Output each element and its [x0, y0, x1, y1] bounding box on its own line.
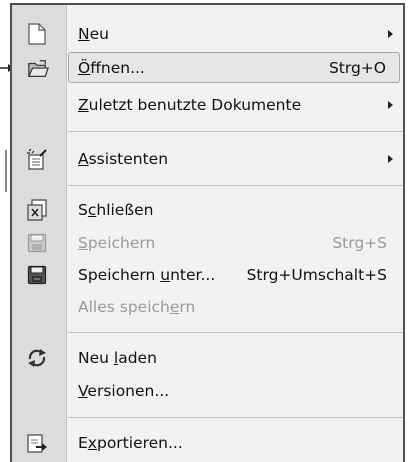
save-as-icon	[26, 264, 48, 286]
file-menu: Neu Öffnen... Strg+O Zuletzt benutzte Do…	[10, 3, 405, 462]
menu-item-schliessen[interactable]: Schließen	[12, 194, 403, 225]
menu-separator	[68, 131, 403, 132]
submenu-arrow-icon	[388, 154, 393, 163]
open-folder-icon	[27, 58, 49, 80]
menu-item-label: Neu laden	[78, 348, 157, 367]
menu-item-label: Schließen	[78, 200, 154, 219]
accelerator-key: u	[160, 265, 171, 284]
accelerator-key: A	[78, 149, 89, 168]
menu-item-shortcut: Strg+Umschalt+S	[246, 265, 387, 284]
menu-item-label: Speichern unter...	[78, 265, 216, 284]
menu-item-shortcut: Strg+O	[328, 58, 386, 77]
menu-item-speichern[interactable]: Speichern Strg+S	[12, 227, 403, 258]
menu-item-label: Alles speichern	[78, 297, 196, 316]
accelerator-key: S	[78, 233, 88, 252]
menu-separator	[68, 417, 403, 418]
menu-item-zuletzt[interactable]: Zuletzt benutzte Dokumente	[12, 89, 403, 120]
close-document-icon	[26, 199, 48, 221]
accelerator-key: Z	[78, 95, 89, 114]
menu-item-label: Exportieren...	[78, 433, 183, 452]
menu-item-label: Neu	[78, 24, 109, 43]
accelerator-key: Ö	[78, 58, 91, 77]
export-icon	[26, 432, 48, 454]
accelerator-key: e	[169, 297, 180, 316]
background-edge	[5, 150, 7, 192]
reload-icon	[26, 347, 48, 369]
menu-item-versionen[interactable]: Versionen...	[12, 375, 403, 406]
menu-item-neu-laden[interactable]: Neu laden	[12, 342, 403, 373]
menu-item-label: Öffnen...	[78, 58, 145, 77]
menu-item-neu[interactable]: Neu	[12, 18, 403, 49]
menu-item-label: Assistenten	[78, 149, 169, 168]
accelerator-key: V	[78, 381, 88, 400]
menu-item-assistenten[interactable]: Assistenten	[12, 143, 403, 174]
menu-item-label: Zuletzt benutzte Dokumente	[78, 95, 302, 114]
menu-item-label: Speichern	[78, 233, 156, 252]
submenu-arrow-icon	[388, 100, 393, 109]
wizard-icon	[26, 148, 48, 170]
menu-item-oeffnen[interactable]: Öffnen... Strg+O	[27, 52, 400, 83]
accelerator-key: l	[113, 348, 119, 367]
menu-item-label: Versionen...	[78, 381, 170, 400]
menu-item-alles-speichern[interactable]: Alles speichern	[12, 291, 403, 322]
accelerator-key: c	[87, 200, 97, 219]
save-disk-icon	[26, 232, 48, 254]
menu-item-exportieren[interactable]: Exportieren...	[12, 427, 403, 458]
menu-item-speichern-unter[interactable]: Speichern unter... Strg+Umschalt+S	[12, 259, 403, 290]
accelerator-key: N	[78, 24, 90, 43]
menu-separator	[68, 185, 403, 186]
menu-separator	[68, 332, 403, 333]
menu-item-shortcut: Strg+S	[332, 233, 387, 252]
accelerator-key: x	[87, 433, 97, 452]
submenu-arrow-icon	[388, 29, 393, 38]
new-document-icon	[26, 23, 48, 45]
